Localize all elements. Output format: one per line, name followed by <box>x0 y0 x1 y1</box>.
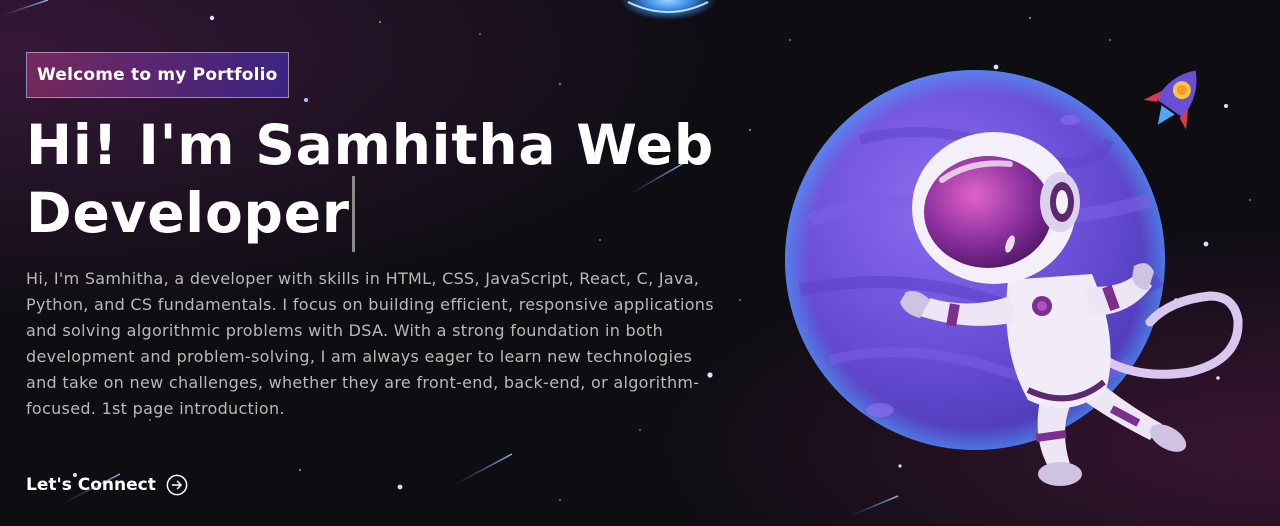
astronaut-planet-illustration <box>785 70 1243 486</box>
lets-connect-button[interactable]: Let's Connect <box>26 474 188 496</box>
rocket-icon <box>1143 70 1197 130</box>
lets-connect-label: Let's Connect <box>26 475 156 495</box>
top-glow-object <box>620 0 716 20</box>
hero-content: Welcome to my Portfolio Hi! I'm Samhitha… <box>26 52 726 422</box>
welcome-tagline: Welcome to my Portfolio <box>26 52 289 98</box>
arrow-right-circle-icon <box>166 474 188 496</box>
typing-cursor <box>351 176 355 252</box>
intro-paragraph: Hi, I'm Samhitha, a developer with skill… <box>26 269 714 418</box>
hero-headline: Hi! I'm Samhitha Web Developer <box>26 114 726 252</box>
headline-line-1: Hi! I'm Samhitha Web <box>26 113 715 177</box>
headline-line-2: Developer <box>26 181 350 245</box>
hero-banner: Welcome to my Portfolio Hi! I'm Samhitha… <box>0 0 1280 526</box>
